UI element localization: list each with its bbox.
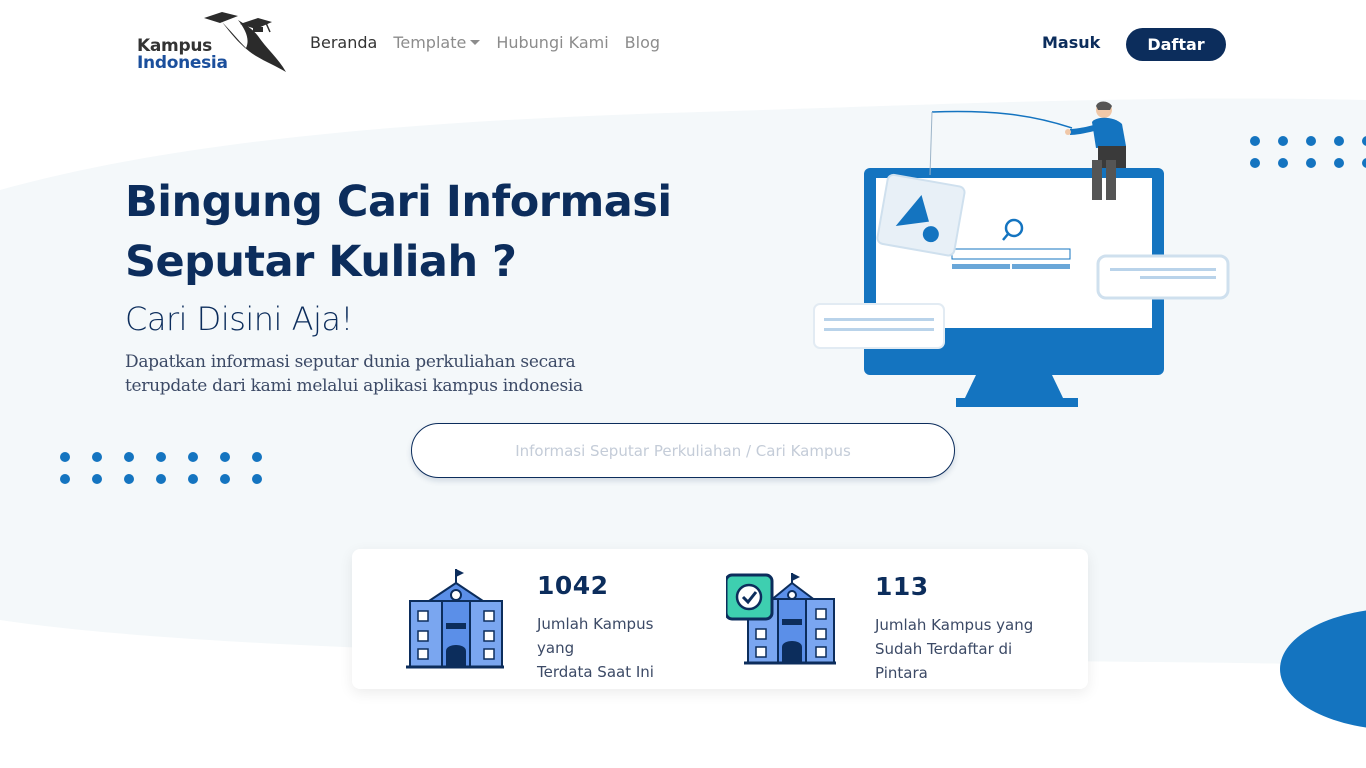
nav-link-blog[interactable]: Blog <box>625 33 660 52</box>
nav-link-template[interactable]: Template <box>393 33 481 52</box>
nav-links: Beranda Template Hubungi Kami Blog <box>310 33 676 52</box>
stat-registered-campus-label-line3: Pintara <box>875 664 928 682</box>
hero-subtitle: Cari Disini Aja! <box>125 300 353 338</box>
hero-title: Bingung Cari Informasi Seputar Kuliah ? <box>125 172 745 292</box>
stat-registered-campus-label-line2: Sudah Terdaftar di <box>875 640 1013 658</box>
stat-registered-campus-label: Jumlah Kampus yang Sudah Terdaftar di Pi… <box>875 613 1050 685</box>
logo-text-indonesia: Indonesia <box>137 53 228 73</box>
verified-university-icon <box>726 573 836 665</box>
login-link[interactable]: Masuk <box>1042 33 1100 52</box>
stat-total-campus-label: Jumlah Kampus yang Terdata Saat Ini <box>537 612 712 684</box>
stat-total-campus-label-line2: yang <box>537 639 575 657</box>
hero-title-line2: Seputar Kuliah ? <box>125 237 517 287</box>
stat-registered-campus-value: 113 <box>875 572 929 601</box>
search-box <box>411 423 955 478</box>
dot-pattern-right <box>1250 136 1366 171</box>
hero-description: Dapatkan informasi seputar dunia perkuli… <box>125 350 595 398</box>
nav-link-hubungi-kami[interactable]: Hubungi Kami <box>496 33 608 52</box>
brand-logo[interactable]: Kampus Indonesia <box>134 10 290 76</box>
landing-page: Kampus Indonesia Beranda Template Hubung… <box>0 0 1366 768</box>
register-button[interactable]: Daftar <box>1126 28 1226 61</box>
stat-registered-campus-label-line1: Jumlah Kampus yang <box>875 616 1034 634</box>
chevron-down-icon <box>470 40 481 45</box>
nav-link-beranda[interactable]: Beranda <box>310 33 377 52</box>
monitor-illustration <box>813 101 1230 407</box>
stat-total-campus-label-line3: Terdata Saat Ini <box>537 663 654 681</box>
university-building-icon <box>406 569 504 669</box>
stat-total-campus-value: 1042 <box>537 571 609 600</box>
stat-total-campus-label-line1: Jumlah Kampus <box>537 615 654 633</box>
hero-description-line1: Dapatkan informasi seputar dunia perkuli… <box>125 352 576 372</box>
stats-card: 1042 Jumlah Kampus yang Terdata Saat Ini <box>352 549 1088 689</box>
hero-description-line2: terupdate dari kami melalui aplikasi kam… <box>125 376 583 396</box>
navbar: Kampus Indonesia Beranda Template Hubung… <box>0 0 1366 90</box>
nav-link-template-label: Template <box>393 33 467 52</box>
search-input[interactable] <box>412 424 954 477</box>
hero-title-line1: Bingung Cari Informasi <box>125 177 672 227</box>
dot-pattern-left <box>60 452 270 487</box>
